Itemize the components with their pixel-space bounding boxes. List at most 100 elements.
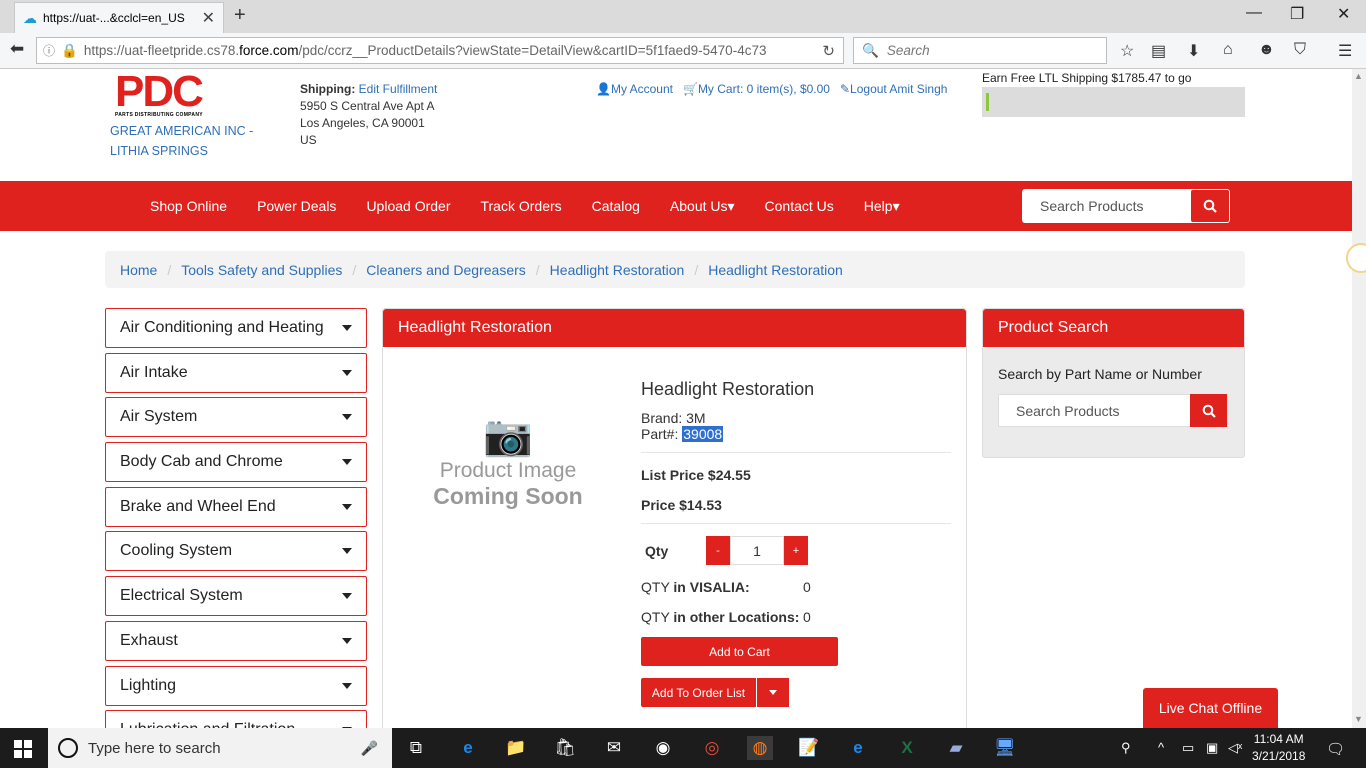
file-explorer-icon[interactable]: 📁 [503,736,529,760]
scroll-down-icon[interactable]: ▼ [1354,714,1364,724]
menu-item-catalog[interactable]: Catalog [592,198,640,214]
minimize-icon[interactable]: — [1246,4,1262,22]
menu-item-uploadorder[interactable]: Upload Order [366,198,450,214]
hamburger-menu-icon[interactable]: ☰ [1338,41,1352,61]
firefox-icon[interactable]: ◍ [747,736,773,760]
volume-icon[interactable]: ◁ˣ [1228,740,1242,756]
product-search-button[interactable] [1190,394,1227,427]
my-account-link[interactable]: 👤My Account [596,82,673,96]
notifications-icon[interactable]: 🗨 [1326,740,1345,758]
page-scrollbar[interactable]: ▲ ▼ [1352,69,1366,728]
caret-down-icon[interactable] [342,682,352,689]
category-item[interactable]: Air System [105,397,367,438]
breadcrumb-item[interactable]: Tools Safety and Supplies [181,262,342,278]
account-icon[interactable]: ☻ [1258,41,1275,59]
edit-fulfillment-link[interactable]: Edit Fulfillment [359,82,438,96]
qty-input[interactable]: 1 [730,536,784,565]
people-icon[interactable]: ⚲ [1121,740,1131,756]
notepad-icon[interactable]: 📝 [796,736,822,760]
caret-down-icon[interactable] [342,593,352,600]
category-item[interactable]: Air Conditioning and Heating [105,308,367,348]
category-item[interactable]: Electrical System [105,576,367,617]
battery-icon[interactable]: ▭ [1182,740,1194,756]
add-to-cart-button[interactable]: Add to Cart [641,637,838,666]
app-icon-2[interactable]: ▰ [943,736,969,760]
category-label: Air Conditioning and Heating [120,319,324,336]
breadcrumb-item[interactable]: Home [120,262,157,278]
close-window-icon[interactable]: ✕ [1337,4,1350,24]
back-icon[interactable]: ⬅ [10,39,24,59]
reading-list-icon[interactable]: ▤ [1151,41,1166,61]
taskbar-search[interactable]: Type here to search 🎤 [48,728,392,768]
pocket-icon[interactable]: ⛉ [1294,41,1306,59]
download-icon[interactable]: ⬇ [1187,41,1200,61]
url-bar[interactable]: ⓘ 🔒 https://uat-fleetpride.cs78. force.c… [36,37,844,64]
caret-down-icon[interactable] [342,325,352,331]
product-search-input[interactable]: Search Products [999,403,1190,419]
home-icon[interactable]: ⌂ [1223,41,1233,59]
category-item[interactable]: Exhaust [105,620,367,661]
mail-icon[interactable]: ✉ [601,736,627,760]
header-search[interactable]: Search Products [1022,189,1230,223]
my-cart-link[interactable]: 🛒My Cart: 0 item(s), $0.00 [683,82,830,96]
menu-item-contactus[interactable]: Contact Us [765,198,834,214]
scroll-up-icon[interactable]: ▲ [1354,71,1364,81]
caret-down-icon[interactable] [342,503,352,510]
remote-desktop-icon[interactable]: 🖥 [992,736,1018,760]
chevron-up-icon[interactable]: ^ [1158,740,1164,755]
live-chat-button[interactable]: Live Chat Offline [1143,688,1278,728]
edge-icon[interactable]: e [455,736,481,760]
menu-item-trackorders[interactable]: Track Orders [480,198,561,214]
menu-item-shoponline[interactable]: Shop Online [150,198,227,214]
caret-down-icon[interactable] [342,414,352,421]
caret-down-icon[interactable] [342,459,352,466]
microphone-icon[interactable]: 🎤 [361,740,378,757]
search-icon [1202,404,1216,418]
internet-explorer-icon[interactable]: e [845,736,871,760]
caret-down-icon[interactable] [342,369,352,376]
store-icon[interactable]: 🛍 [552,736,578,760]
logo-subtext: PARTS DISTRIBUTING COMPANY [115,112,203,118]
chrome-icon[interactable]: ◎ [699,736,725,760]
browser-tab[interactable]: ☁ https://uat-...&cclcl=en_US ✕ [14,2,224,33]
breadcrumb-item[interactable]: Headlight Restoration [708,262,843,278]
excel-icon[interactable]: X [894,736,920,760]
category-item[interactable]: Cooling System [105,531,367,572]
category-item[interactable]: Air Intake [105,352,367,393]
header-search-button[interactable] [1191,190,1229,222]
part-number[interactable]: 39008 [682,426,724,442]
logout-link[interactable]: ✎Logout Amit Singh [840,82,947,96]
category-item[interactable]: Lighting [105,665,367,706]
restore-icon[interactable]: ❐ [1290,4,1304,24]
windows-start-icon[interactable] [14,740,32,758]
breadcrumb-item[interactable]: Headlight Restoration [550,262,685,278]
header-search-input[interactable]: Search Products [1022,198,1191,214]
qty-minus-button[interactable]: - [706,536,730,565]
menu-item-aboutus[interactable]: About Us▾ [670,198,735,215]
system-clock[interactable]: 11:04 AM 3/21/2018 [1252,731,1305,765]
bookmark-star-icon[interactable]: ☆ [1120,41,1134,61]
product-search-label: Search by Part Name or Number [998,366,1202,382]
category-item[interactable]: Lubrication and Filtration [105,710,367,728]
caret-down-icon[interactable] [342,637,352,644]
reload-icon[interactable]: ↻ [822,42,835,60]
info-icon[interactable]: ⓘ [43,42,55,59]
menu-item-help[interactable]: Help▾ [864,198,900,215]
task-view-icon[interactable]: ⧉ [403,736,429,760]
category-item[interactable]: Body Cab and Chrome [105,442,367,483]
new-tab-icon[interactable]: + [234,4,246,27]
browser-search-input[interactable]: 🔍 Search [853,37,1107,64]
product-image-placeholder: 📷 Product Image Coming Soon [428,414,588,509]
qty-plus-button[interactable]: + [784,536,808,565]
menu-item-powerdeals[interactable]: Power Deals [257,198,336,214]
company-name[interactable]: GREAT AMERICAN INC - LITHIA SPRINGS [110,121,253,161]
breadcrumb-item[interactable]: Cleaners and Degreasers [366,262,526,278]
add-to-order-list-button[interactable]: Add To Order List [641,678,756,707]
pdc-logo[interactable]: PDC PARTS DISTRIBUTING COMPANY [115,70,211,119]
category-item[interactable]: Brake and Wheel End [105,486,367,527]
network-icon[interactable]: ▣ [1206,740,1218,756]
close-tab-icon[interactable]: ✕ [202,8,215,28]
order-list-dropdown-button[interactable] [756,678,789,707]
app-icon[interactable]: ◉ [650,736,676,760]
caret-down-icon[interactable] [342,548,352,555]
